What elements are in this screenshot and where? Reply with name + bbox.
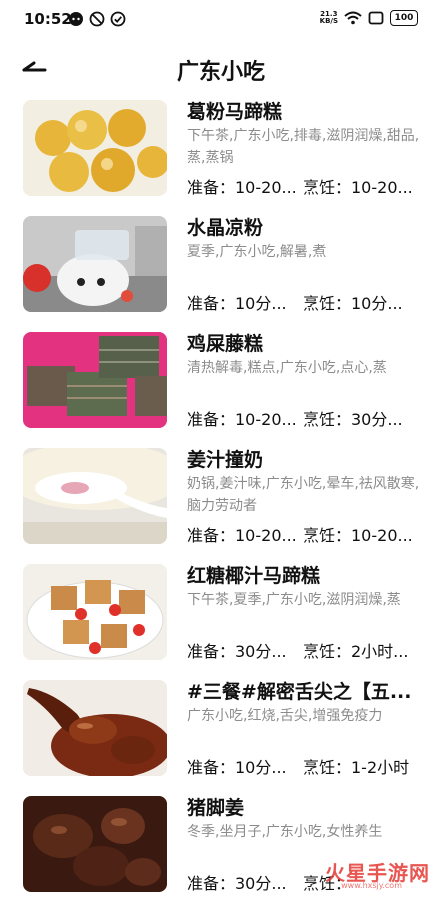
recipe-info: 葛粉马蹄糕 下午茶,广东小吃,排毒,滋阴润燥,甜品,蒸,蒸锅 准备：10-20.… bbox=[187, 96, 423, 204]
jelly-cake-image bbox=[23, 100, 167, 196]
cook-time: 烹饪：1-2小时 bbox=[303, 758, 410, 777]
do-not-disturb-icon bbox=[89, 11, 105, 27]
recipe-item[interactable]: 葛粉马蹄糕 下午茶,广东小吃,排毒,滋阴润燥,甜品,蒸,蒸锅 准备：10-20.… bbox=[0, 96, 442, 204]
status-bar: 10:52 21.3 KB/S 100 bbox=[0, 0, 442, 40]
recipe-item[interactable]: 鸡屎藤糕 清热解毒,糕点,广东小吃,点心,蒸 准备：10-20... 烹饪：30… bbox=[0, 328, 442, 436]
recipe-tags: 奶锅,姜汁味,广东小吃,晕车,祛风散寒,脑力劳动者 bbox=[187, 476, 420, 514]
status-right-group: 21.3 KB/S 100 bbox=[320, 10, 418, 26]
recipe-thumbnail bbox=[23, 796, 167, 892]
ginger-milk-image bbox=[23, 448, 167, 544]
recipe-thumbnail bbox=[23, 448, 167, 544]
recipe-tags: 广东小吃,红烧,舌尖,增强免疫力 bbox=[187, 708, 383, 724]
recipe-title: 姜汁撞奶 bbox=[187, 449, 264, 471]
crystal-jelly-image bbox=[23, 216, 167, 312]
message-bubble-icon bbox=[69, 12, 83, 26]
cook-time: 烹饪：10分... bbox=[303, 294, 403, 313]
recipe-info: #三餐#解密舌尖之【五... 广东小吃,红烧,舌尖,增强免疫力 准备：10分..… bbox=[187, 676, 423, 784]
screen-icon bbox=[368, 11, 384, 25]
prep-time: 准备：30分... bbox=[187, 642, 287, 661]
page-title: 广东小吃 bbox=[176, 60, 265, 85]
recipe-times: 准备：10-20... 烹饪：30分... bbox=[187, 406, 423, 430]
recipe-tags: 下午茶,广东小吃,排毒,滋阴润燥,甜品,蒸,蒸锅 bbox=[187, 128, 420, 166]
braised-dish-image bbox=[23, 680, 167, 776]
prep-time: 准备：10-20... bbox=[187, 410, 297, 429]
recipe-tags: 夏季,广东小吃,解暑,煮 bbox=[187, 244, 327, 260]
recipe-title: 红糖椰汁马蹄糕 bbox=[187, 565, 321, 587]
pork-ginger-image bbox=[23, 796, 167, 892]
recipe-times: 准备：10-20... 烹饪：10-20... bbox=[187, 174, 423, 198]
prep-time: 准备：10-20... bbox=[187, 526, 297, 545]
recipe-times: 准备：10分... 烹饪：1-2小时 bbox=[187, 754, 423, 778]
recipe-info: 姜汁撞奶 奶锅,姜汁味,广东小吃,晕车,祛风散寒,脑力劳动者 准备：10-20.… bbox=[187, 444, 423, 552]
recipe-item[interactable]: 姜汁撞奶 奶锅,姜汁味,广东小吃,晕车,祛风散寒,脑力劳动者 准备：10-20.… bbox=[0, 444, 442, 552]
recipe-thumbnail bbox=[23, 564, 167, 660]
network-speed: 21.3 KB/S bbox=[320, 11, 338, 25]
wifi-icon bbox=[344, 11, 362, 25]
recipe-item[interactable]: #三餐#解密舌尖之【五... 广东小吃,红烧,舌尖,增强免疫力 准备：10分..… bbox=[0, 676, 442, 784]
recipe-title: 葛粉马蹄糕 bbox=[187, 101, 283, 123]
notification-icons bbox=[68, 11, 126, 27]
recipe-thumbnail bbox=[23, 216, 167, 312]
battery-indicator: 100 bbox=[390, 10, 418, 26]
site-watermark-url: www.hxsjy.com bbox=[341, 881, 402, 890]
recipe-info: 水晶凉粉 夏季,广东小吃,解暑,煮 准备：10分... 烹饪：10分... bbox=[187, 212, 423, 320]
recipe-info: 鸡屎藤糕 清热解毒,糕点,广东小吃,点心,蒸 准备：10-20... 烹饪：30… bbox=[187, 328, 423, 436]
network-speed-unit: KB/S bbox=[319, 17, 338, 25]
recipe-title: 水晶凉粉 bbox=[187, 217, 264, 239]
prep-time: 准备：10-20... bbox=[187, 178, 297, 197]
recipe-item[interactable]: 水晶凉粉 夏季,广东小吃,解暑,煮 准备：10分... 烹饪：10分... bbox=[0, 212, 442, 320]
recipe-times: 准备：10-20... 烹饪：10-20... bbox=[187, 522, 423, 546]
coconut-cake-image bbox=[23, 564, 167, 660]
status-time: 10:52 bbox=[24, 10, 72, 28]
layered-cake-image bbox=[23, 332, 167, 428]
recipe-info: 红糖椰汁马蹄糕 下午茶,夏季,广东小吃,滋阴润燥,蒸 准备：30分... 烹饪：… bbox=[187, 560, 423, 668]
recipe-tags: 清热解毒,糕点,广东小吃,点心,蒸 bbox=[187, 360, 387, 376]
recipe-title: 猪脚姜 bbox=[187, 797, 245, 819]
recipe-tags: 下午茶,夏季,广东小吃,滋阴润燥,蒸 bbox=[187, 592, 401, 608]
cook-time: 烹饪：2小时... bbox=[303, 642, 409, 661]
check-circle-icon bbox=[110, 11, 126, 27]
cook-time: 烹饪：30分... bbox=[303, 410, 403, 429]
recipe-title: #三餐#解密舌尖之【五... bbox=[187, 681, 412, 703]
cook-time: 烹饪：10-20... bbox=[303, 526, 413, 545]
cook-time: 烹饪：10-20... bbox=[303, 178, 413, 197]
recipe-thumbnail bbox=[23, 680, 167, 776]
recipe-thumbnail bbox=[23, 100, 167, 196]
recipe-item[interactable]: 红糖椰汁马蹄糕 下午茶,夏季,广东小吃,滋阴润燥,蒸 准备：30分... 烹饪：… bbox=[0, 560, 442, 668]
prep-time: 准备：30分... bbox=[187, 874, 287, 893]
recipe-title: 鸡屎藤糕 bbox=[187, 333, 264, 355]
app-header: 广东小吃 bbox=[0, 40, 442, 96]
recipe-thumbnail bbox=[23, 332, 167, 428]
recipe-times: 准备：10分... 烹饪：10分... bbox=[187, 290, 423, 314]
recipe-times: 准备：30分... 烹饪：2小时... bbox=[187, 638, 423, 662]
prep-time: 准备：10分... bbox=[187, 294, 287, 313]
prep-time: 准备：10分... bbox=[187, 758, 287, 777]
